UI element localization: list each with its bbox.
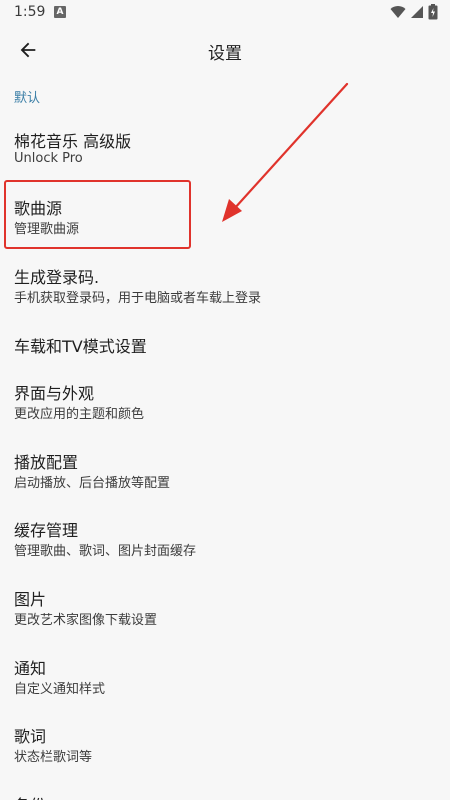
status-icons bbox=[390, 4, 438, 20]
settings-item-cache[interactable]: 缓存管理 管理歌曲、歌词、图片封面缓存 bbox=[0, 507, 450, 569]
status-bar: 1:59 A bbox=[0, 0, 450, 26]
settings-item-backup[interactable]: 备份 bbox=[0, 782, 450, 800]
settings-item-subtitle: 管理歌曲源 bbox=[14, 222, 80, 237]
settings-item-subtitle: 更改应用的主题和颜色 bbox=[14, 407, 145, 422]
settings-item-subtitle: 状态栏歌词等 bbox=[14, 750, 93, 765]
settings-item-title: 生成登录码. bbox=[14, 268, 100, 287]
settings-item-title: 界面与外观 bbox=[14, 384, 95, 403]
page-title: 设置 bbox=[208, 44, 242, 64]
settings-item-title: 车载和TV模式设置 bbox=[14, 337, 147, 356]
settings-item-premium[interactable]: 棉花音乐 高级版 Unlock Pro bbox=[0, 118, 450, 180]
settings-item-subtitle: 启动播放、后台播放等配置 bbox=[14, 476, 171, 491]
settings-item-car-tv-mode[interactable]: 车载和TV模式设置 bbox=[0, 321, 450, 367]
settings-item-subtitle: 更改艺术家图像下载设置 bbox=[14, 613, 158, 628]
status-time: 1:59 bbox=[14, 4, 46, 20]
settings-item-title: 备份 bbox=[14, 792, 46, 800]
settings-item-title: 播放配置 bbox=[14, 453, 79, 472]
settings-item-title: 棉花音乐 高级版 bbox=[14, 132, 132, 151]
settings-item-subtitle: 自定义通知样式 bbox=[14, 682, 106, 697]
settings-item-appearance[interactable]: 界面与外观 更改应用的主题和颜色 bbox=[0, 370, 450, 432]
settings-item-login-code[interactable]: 生成登录码. 手机获取登录码，用于电脑或者车载上登录 bbox=[0, 254, 450, 316]
settings-item-lyrics[interactable]: 歌词 状态栏歌词等 bbox=[0, 713, 450, 775]
settings-item-subtitle: Unlock Pro bbox=[14, 151, 83, 166]
settings-item-song-source[interactable]: 歌曲源 管理歌曲源 bbox=[0, 185, 450, 247]
settings-item-title: 歌曲源 bbox=[14, 199, 63, 218]
settings-item-title: 通知 bbox=[14, 659, 47, 678]
settings-item-images[interactable]: 图片 更改艺术家图像下载设置 bbox=[0, 576, 450, 638]
settings-item-notifications[interactable]: 通知 自定义通知样式 bbox=[0, 645, 450, 707]
app-bar: 设置 bbox=[0, 26, 450, 74]
settings-item-title: 图片 bbox=[14, 590, 47, 609]
notification-badge: A bbox=[54, 6, 66, 18]
signal-icon bbox=[411, 6, 423, 18]
settings-item-subtitle: 管理歌曲、歌词、图片封面缓存 bbox=[14, 544, 197, 559]
settings-item-subtitle: 手机获取登录码，用于电脑或者车载上登录 bbox=[14, 291, 262, 306]
settings-item-title: 歌词 bbox=[14, 727, 47, 746]
settings-item-title: 缓存管理 bbox=[14, 521, 79, 540]
wifi-icon bbox=[390, 6, 406, 19]
settings-item-playback[interactable]: 播放配置 启动播放、后台播放等配置 bbox=[0, 439, 450, 501]
section-header: 默认 bbox=[14, 91, 41, 106]
battery-icon bbox=[428, 4, 438, 20]
